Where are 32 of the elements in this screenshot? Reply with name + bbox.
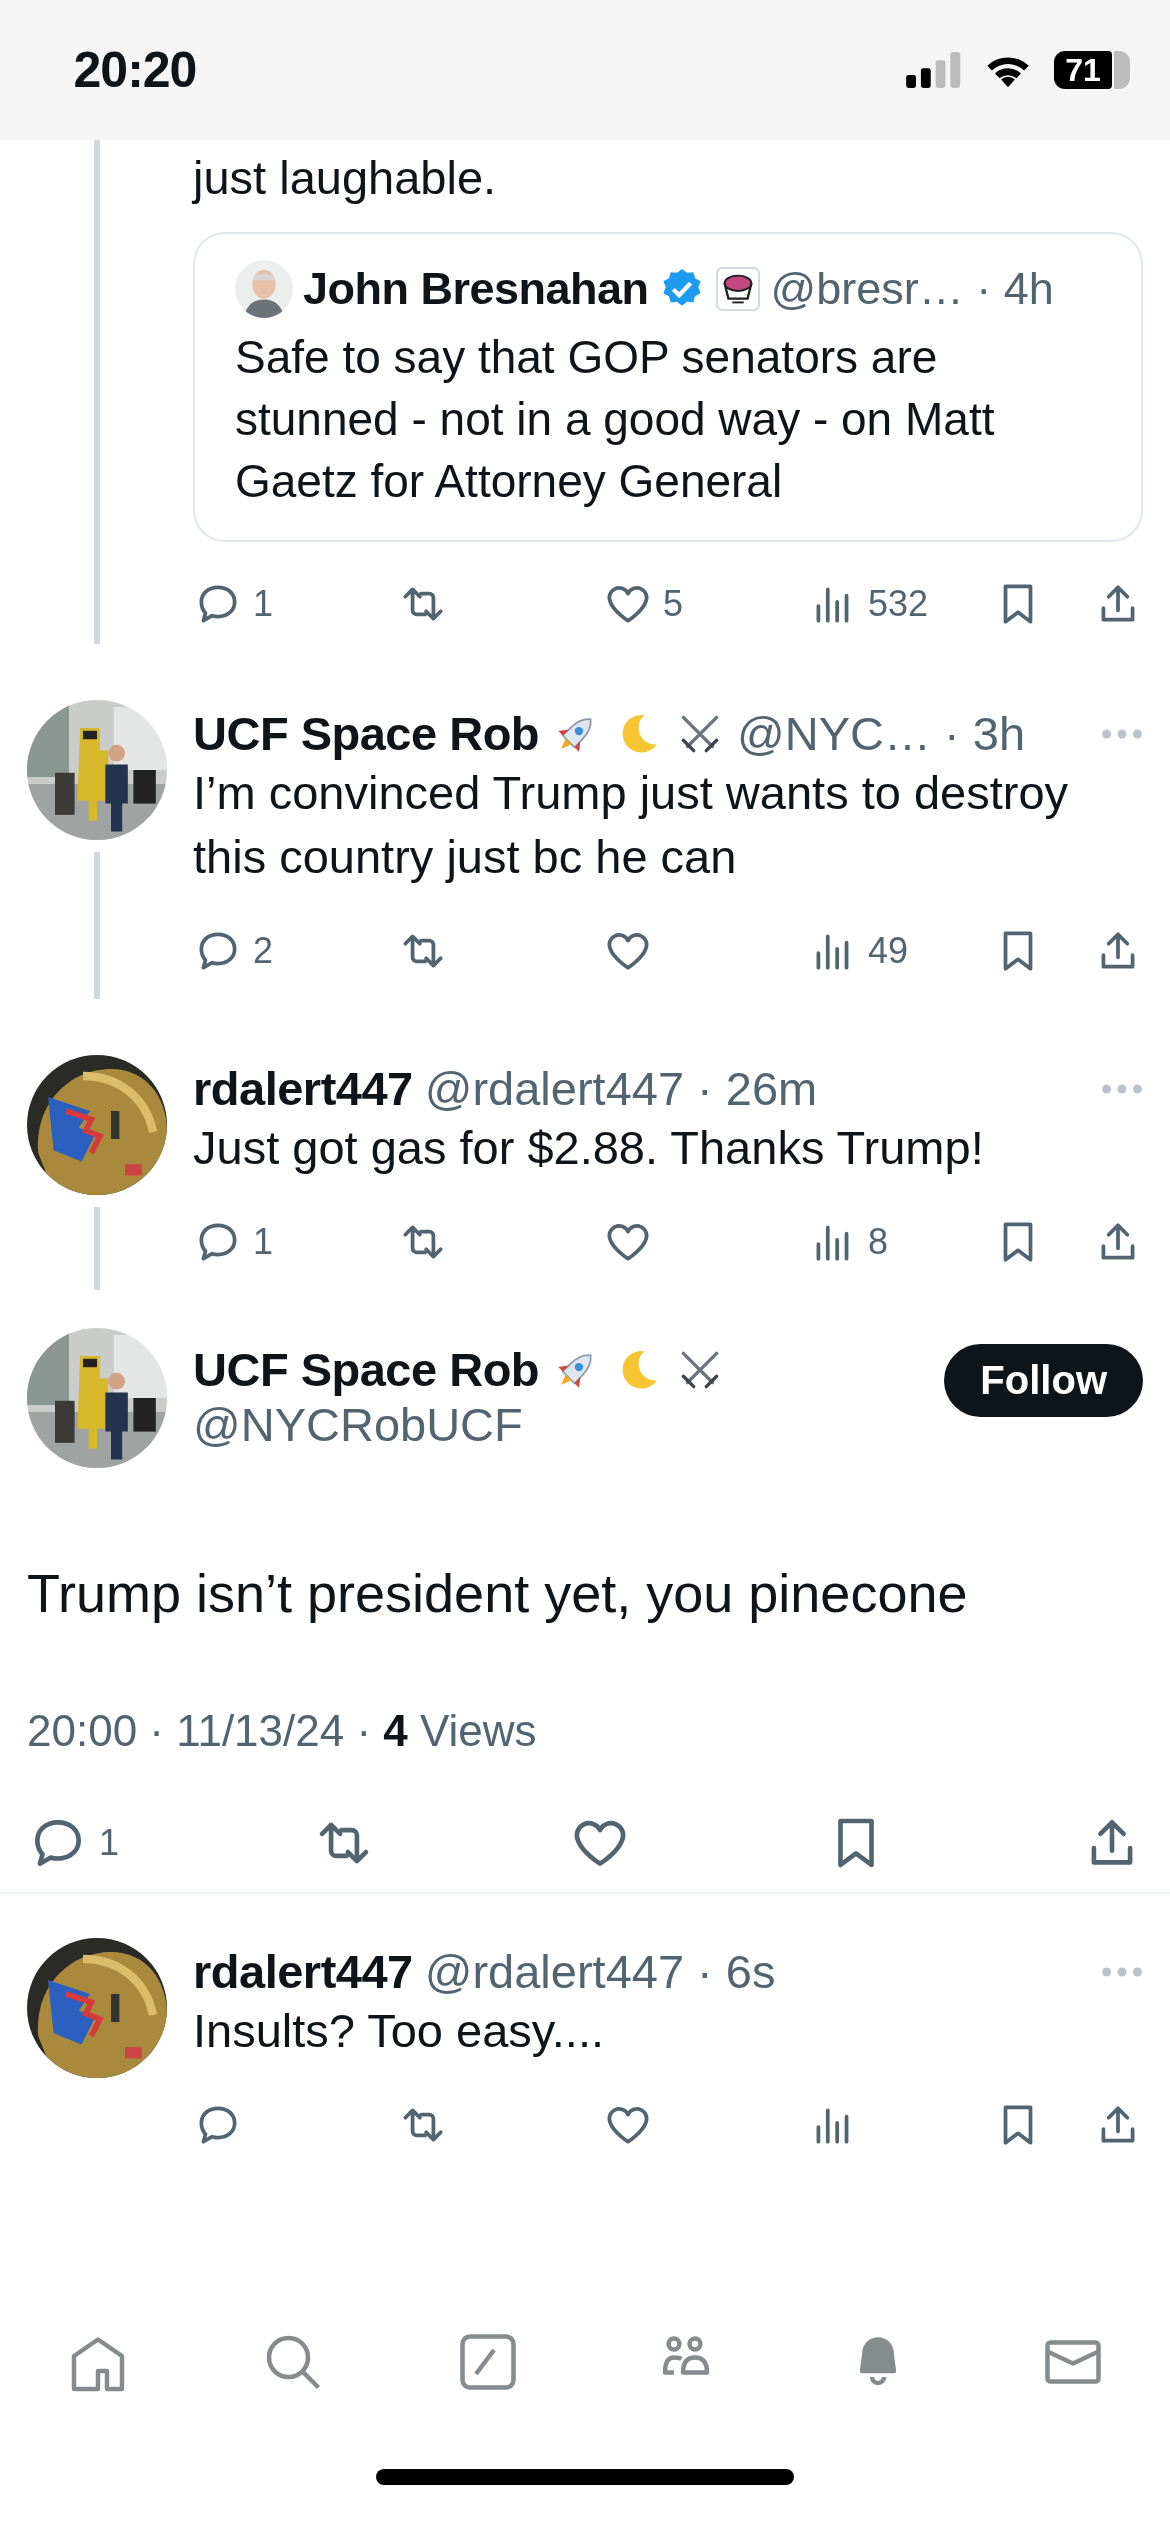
post-meta: 20:00 · 11/13/24 · 4 Views — [27, 1706, 538, 1756]
handle-time: @rdalert447 · 6s — [424, 1944, 776, 1999]
battery-level: 71 — [1054, 51, 1112, 89]
bar-chart-button[interactable]: 532 — [808, 579, 988, 629]
author-name: UCF Space Rob — [193, 1342, 540, 1397]
author-name: rdalert447 — [193, 1944, 413, 1999]
emblem-icon — [714, 266, 761, 312]
author-name: John Bresnahan — [303, 263, 649, 315]
author-handle: @NYCRobUCF — [193, 1397, 524, 1452]
follow-button[interactable]: Follow — [944, 1344, 1143, 1417]
author-name: UCF Space Rob — [193, 706, 540, 761]
reply-button[interactable]: 1 — [193, 579, 398, 629]
status-time: 20:20 — [73, 41, 197, 99]
quoted-text: Safe to say that GOP senators are stunned - not in a good way - on Matt Gaetz for Attorney General — [235, 330, 996, 509]
handle-time: @rdalert447 · 26m — [424, 1061, 818, 1116]
author-name: rdalert447 — [193, 1061, 413, 1116]
heart-button[interactable]: 5 — [603, 579, 808, 629]
reply-button[interactable]: 1 — [193, 1217, 398, 1267]
battery-tip — [1114, 51, 1130, 89]
bar-chart-button[interactable]: 49 — [808, 926, 988, 976]
quoted-post-card[interactable]: John Bresnahan @bresr… · 4h Safe to say that GOP senators are stunned - not in a good way - on Matt Gaetz for Attorney General — [193, 232, 1143, 542]
handle-time: @bresr… · 4h — [770, 263, 1054, 315]
reply-button[interactable]: 1 — [27, 1812, 120, 1874]
post-text: just laughable. — [193, 150, 498, 206]
post-text: Just got gas for $2.88. Thanks Trump! — [193, 1120, 985, 1176]
reply-button[interactable]: 2 — [193, 926, 398, 976]
post-text: I’m convinced Trump just wants to destroy this country just bc he can — [193, 765, 1070, 885]
post-text: Trump isn’t president yet, you pinecone — [27, 1562, 969, 1624]
bar-chart-button[interactable]: 8 — [808, 1217, 988, 1267]
signal-icon — [906, 52, 962, 88]
handle-time: @NYC… · 3h — [737, 706, 1026, 761]
post-text: Insults? Too easy.... — [193, 2003, 606, 2059]
